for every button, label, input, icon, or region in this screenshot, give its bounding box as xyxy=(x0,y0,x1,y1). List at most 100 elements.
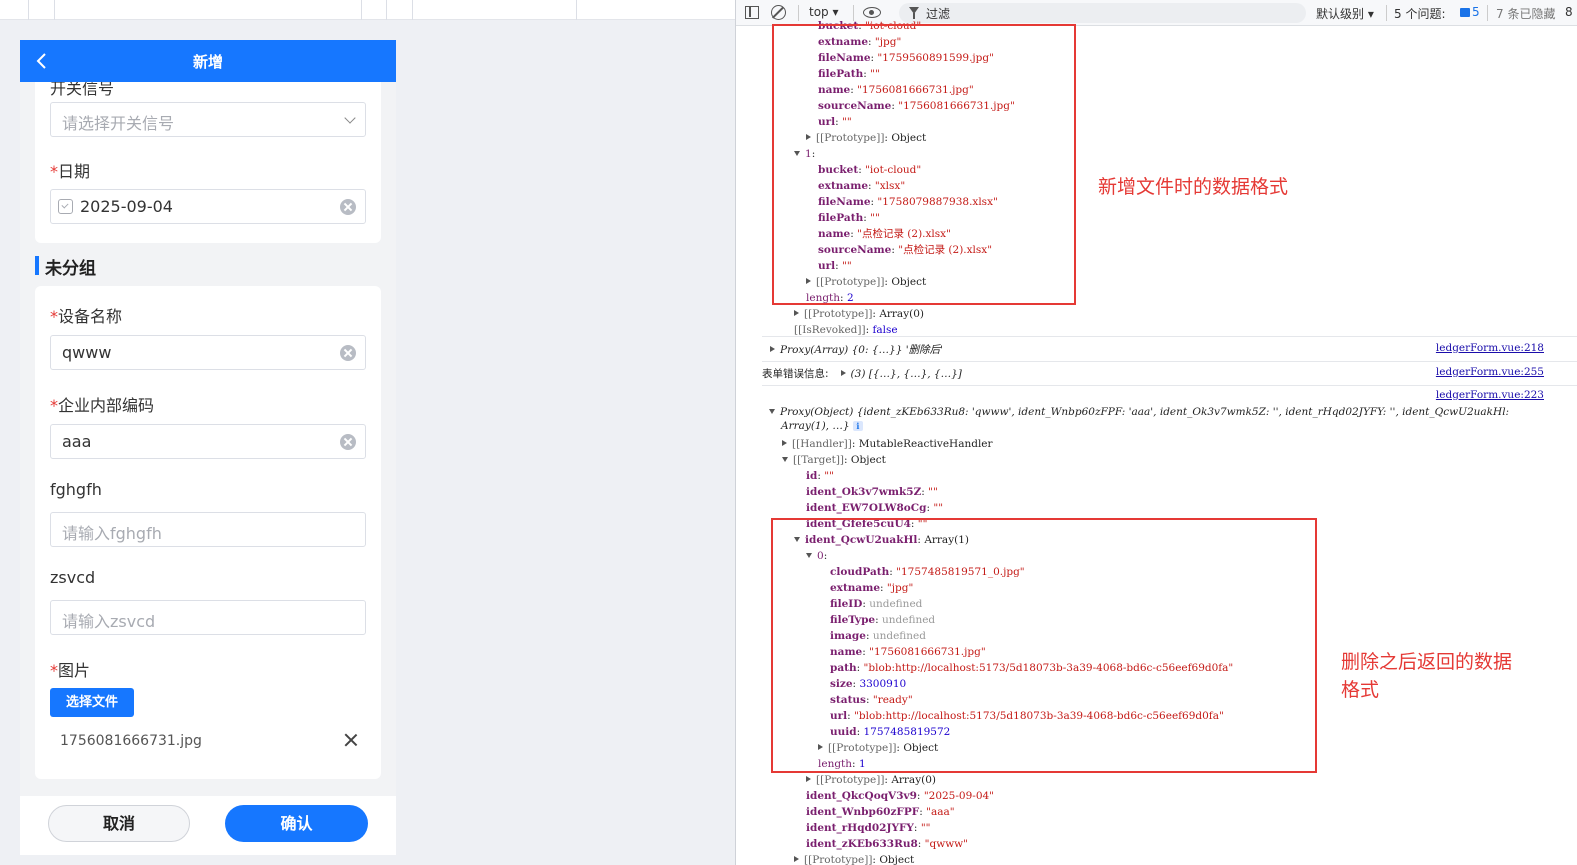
toolbar-divider xyxy=(1487,5,1488,21)
remove-file-icon[interactable] xyxy=(344,733,358,747)
highlight-box-add xyxy=(772,24,1076,305)
console-property-row: ident_Wnbp60zFPF: "aaa" xyxy=(806,804,955,820)
confirm-button[interactable]: 确认 xyxy=(225,805,368,842)
code-label: *企业内部编码 xyxy=(50,392,154,416)
issues-label[interactable]: 5 个问题: xyxy=(1394,5,1446,22)
zsvcd-label: zsvcd xyxy=(50,568,96,587)
console-property-row[interactable]: [[Prototype]]: Object xyxy=(794,852,914,865)
clear-console-icon[interactable] xyxy=(771,5,786,20)
device-name-value: qwww xyxy=(62,343,112,362)
hidden-count: 7 条已隐藏 xyxy=(1496,7,1556,21)
code-label-text: 企业内部编码 xyxy=(58,396,155,415)
property-colon: : xyxy=(844,454,851,466)
filter-input[interactable]: 过滤 xyxy=(899,3,1306,23)
expand-arrow-icon[interactable] xyxy=(794,310,799,316)
toolbar-divider xyxy=(1386,5,1387,21)
expand-arrow-icon[interactable] xyxy=(840,370,846,376)
property-value: Object xyxy=(879,854,915,865)
expand-arrow-icon[interactable] xyxy=(782,440,787,446)
eye-icon[interactable] xyxy=(863,7,881,18)
expand-arrow-icon[interactable] xyxy=(806,776,811,782)
collapse-arrow-icon[interactable] xyxy=(782,457,788,462)
fghgfh-input[interactable]: 请输入fghgfh xyxy=(50,512,366,547)
expand-arrow-icon[interactable] xyxy=(794,856,799,862)
console-property-row: ident_Ok3v7wmk5Z: "" xyxy=(806,484,938,500)
property-value: "" xyxy=(920,822,931,834)
switch-signal-select[interactable]: 请选择开关信号 xyxy=(50,102,366,137)
property-key: ident_EW7OLW8oCg xyxy=(806,502,927,514)
property-value: false xyxy=(872,324,898,336)
console-property-row: ident_QkcQoqV3v9: "2025-09-04" xyxy=(806,788,994,804)
property-colon: : xyxy=(913,822,921,834)
code-value: aaa xyxy=(62,432,92,451)
message-divider xyxy=(762,361,1577,362)
cancel-button[interactable]: 取消 xyxy=(48,805,190,842)
property-colon: : xyxy=(851,438,859,450)
property-value: "" xyxy=(928,486,938,498)
property-value: Object xyxy=(850,454,886,466)
proxy-array-text: Proxy(Array) {0: {…}} '删除后' xyxy=(780,344,943,356)
sidebar-toggle-icon[interactable] xyxy=(745,6,759,19)
filter-placeholder: 过滤 xyxy=(926,7,951,21)
devtools-console-panel: top ▾ 过滤 默认级别 ▾ 5 个问题: 5 7 条已隐藏 8 bucket… xyxy=(735,0,1577,865)
source-link-255[interactable]: ledgerForm.vue:255 xyxy=(1436,366,1544,378)
choose-file-button[interactable]: 选择文件 xyxy=(50,688,134,717)
console-property-row[interactable]: [[Handler]]: MutableReactiveHandler xyxy=(782,436,993,452)
console-property-row[interactable]: [[Target]]: Object xyxy=(782,452,886,468)
console-property-row: ident_EW7OLW8oCg: "" xyxy=(806,500,943,516)
device-name-label: *设备名称 xyxy=(50,303,122,327)
mobile-form-screen: 新增 开关信号 请选择开关信号 *日期 2025-09-04 未分组 *设备名称… xyxy=(20,40,396,855)
message-icon xyxy=(1460,8,1470,17)
console-property-row[interactable]: [[Prototype]]: Array(0) xyxy=(794,306,924,322)
property-key: [[Target]] xyxy=(793,454,845,466)
page-title: 新增 xyxy=(192,53,223,71)
property-value: "" xyxy=(933,502,944,514)
clear-icon[interactable] xyxy=(340,434,356,450)
property-value: "" xyxy=(824,470,834,482)
date-field[interactable]: 2025-09-04 xyxy=(50,189,366,224)
fghgfh-label: fghgfh xyxy=(50,480,102,499)
console-property-row: id: "" xyxy=(806,468,834,484)
clear-icon[interactable] xyxy=(340,345,356,361)
property-value: Array(0) xyxy=(879,308,924,320)
property-value: "qwww" xyxy=(924,838,968,850)
switch-signal-label: 开关信号 xyxy=(50,82,115,98)
annotation-add-format: 新增文件时的数据格式 xyxy=(1098,176,1289,198)
property-key: ident_QkcQoqV3v9 xyxy=(806,790,917,802)
property-key: id xyxy=(806,470,818,482)
group-title: 未分组 xyxy=(35,254,96,279)
device-name-input[interactable]: qwww xyxy=(50,335,366,370)
property-value: "2025-09-04" xyxy=(923,790,995,802)
required-mark: * xyxy=(50,661,58,680)
property-key: [[Handler]] xyxy=(792,438,852,450)
image-label-text: 图片 xyxy=(58,661,91,680)
zsvcd-input[interactable]: 请输入zsvcd xyxy=(50,600,366,635)
fghgfh-placeholder: 请输入fghgfh xyxy=(62,524,162,543)
message-divider xyxy=(762,385,1577,386)
nav-bar: 新增 xyxy=(20,40,396,82)
source-link-223[interactable]: ledgerForm.vue:223 xyxy=(1436,389,1544,401)
property-key: [[Prototype]] xyxy=(816,774,885,786)
form-errors-text: (3) [{…}, {…}, {…}] xyxy=(850,368,962,380)
property-colon: : xyxy=(916,790,924,802)
message-divider xyxy=(762,336,1577,337)
highlight-box-delete xyxy=(771,518,1317,773)
source-link-218[interactable]: ledgerForm.vue:218 xyxy=(1436,342,1544,354)
hidden-tail: 8 xyxy=(1565,5,1573,19)
basic-card: 开关信号 请选择开关信号 *日期 2025-09-04 xyxy=(35,82,381,243)
code-input[interactable]: aaa xyxy=(50,424,366,459)
expand-arrow-icon[interactable] xyxy=(770,346,775,352)
console-message-proxy-array[interactable]: Proxy(Array) {0: {…}} '删除后' xyxy=(770,342,943,358)
issues-badge[interactable]: 5 xyxy=(1460,5,1480,19)
console-property-row[interactable]: [[Prototype]]: Array(0) xyxy=(806,772,936,788)
console-property-row: ident_rHqd02JYFY: "" xyxy=(806,820,930,836)
collapse-arrow-icon[interactable] xyxy=(769,409,775,414)
console-message-proxy-object[interactable]: Proxy(Object) {ident_zKEb633Ru8: 'qwww',… xyxy=(769,404,1509,420)
info-icon[interactable]: i xyxy=(852,421,863,431)
log-level-dropdown[interactable]: 默认级别 ▾ xyxy=(1316,5,1374,22)
annotation-delete-format-2: 格式 xyxy=(1341,679,1380,701)
console-message-form-errors[interactable]: 表单错误信息: (3) [{…}, {…}, {…}] xyxy=(762,366,962,382)
clear-icon[interactable] xyxy=(340,199,356,215)
date-value: 2025-09-04 xyxy=(80,197,173,216)
context-selector[interactable]: top ▾ xyxy=(809,5,839,19)
